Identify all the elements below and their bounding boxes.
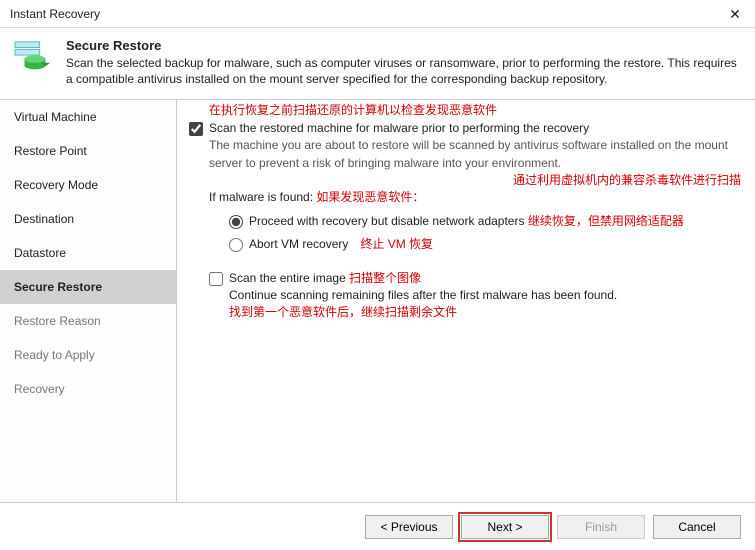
annotation-entire: 扫描整个图像: [349, 270, 421, 287]
sidebar-item-label: Secure Restore: [14, 280, 102, 294]
annotation-mount: 通过利用虚拟机内的兼容杀毒软件进行扫描: [189, 172, 741, 189]
if-malware-found-label: If malware is found:: [209, 190, 313, 204]
sidebar-item-recovery-mode[interactable]: Recovery Mode: [0, 168, 176, 202]
wizard-main-panel: 在执行恢复之前扫描还原的计算机以检查发现恶意软件 Scan the restor…: [177, 100, 755, 502]
annotation-if-found: 如果发现恶意软件：: [316, 190, 424, 204]
wizard-sidebar: Virtual Machine Restore Point Recovery M…: [0, 100, 177, 502]
sidebar-item-label: Virtual Machine: [14, 110, 97, 124]
sidebar-item-restore-point[interactable]: Restore Point: [0, 134, 176, 168]
radio-abort-recovery[interactable]: [229, 238, 243, 252]
sidebar-item-recovery[interactable]: Recovery: [0, 372, 176, 406]
scan-malware-description: The machine you are about to restore wil…: [209, 137, 741, 172]
radio-abort-label: Abort VM recovery: [249, 236, 348, 253]
scan-entire-image-label: Scan the entire image: [229, 270, 346, 287]
window-title: Instant Recovery: [10, 7, 100, 21]
sidebar-item-label: Ready to Apply: [14, 348, 95, 362]
annotation-proceed: 继续恢复，但禁用网络适配器: [528, 213, 684, 230]
wizard-footer: < Previous Next > Finish Cancel: [0, 502, 755, 550]
radio-proceed-disable-network[interactable]: [229, 215, 243, 229]
annotation-abort: 终止 VM 恢复: [360, 236, 433, 253]
next-button[interactable]: Next >: [461, 515, 549, 539]
annotation-entire-desc: 找到第一个恶意软件后，继续扫描剩余文件: [229, 304, 741, 321]
secure-restore-icon: [14, 38, 60, 87]
sidebar-item-secure-restore[interactable]: Secure Restore: [0, 270, 176, 304]
sidebar-item-label: Restore Reason: [14, 314, 101, 328]
sidebar-item-ready-to-apply[interactable]: Ready to Apply: [0, 338, 176, 372]
scan-entire-image-checkbox[interactable]: [209, 272, 223, 286]
header-heading: Secure Restore: [66, 38, 741, 53]
cancel-button[interactable]: Cancel: [653, 515, 741, 539]
finish-button: Finish: [557, 515, 645, 539]
sidebar-item-label: Datastore: [14, 246, 66, 260]
sidebar-item-virtual-machine[interactable]: Virtual Machine: [0, 100, 176, 134]
wizard-header: Secure Restore Scan the selected backup …: [0, 28, 755, 100]
radio-proceed-label: Proceed with recovery but disable networ…: [249, 213, 524, 230]
previous-button[interactable]: < Previous: [365, 515, 453, 539]
sidebar-item-label: Recovery: [14, 382, 65, 396]
sidebar-item-label: Destination: [14, 212, 74, 226]
sidebar-item-label: Restore Point: [14, 144, 87, 158]
sidebar-item-label: Recovery Mode: [14, 178, 98, 192]
sidebar-item-datastore[interactable]: Datastore: [0, 236, 176, 270]
scan-malware-checkbox[interactable]: [189, 122, 203, 136]
header-description: Scan the selected backup for malware, su…: [66, 55, 741, 87]
scan-malware-checkbox-label: Scan the restored machine for malware pr…: [209, 120, 589, 137]
sidebar-item-restore-reason[interactable]: Restore Reason: [0, 304, 176, 338]
annotation-top: 在执行恢复之前扫描还原的计算机以检查发现恶意软件: [209, 102, 741, 119]
title-bar: Instant Recovery ✕: [0, 0, 755, 28]
scan-entire-image-description: Continue scanning remaining files after …: [229, 287, 741, 304]
close-icon[interactable]: ✕: [715, 0, 755, 28]
sidebar-item-destination[interactable]: Destination: [0, 202, 176, 236]
